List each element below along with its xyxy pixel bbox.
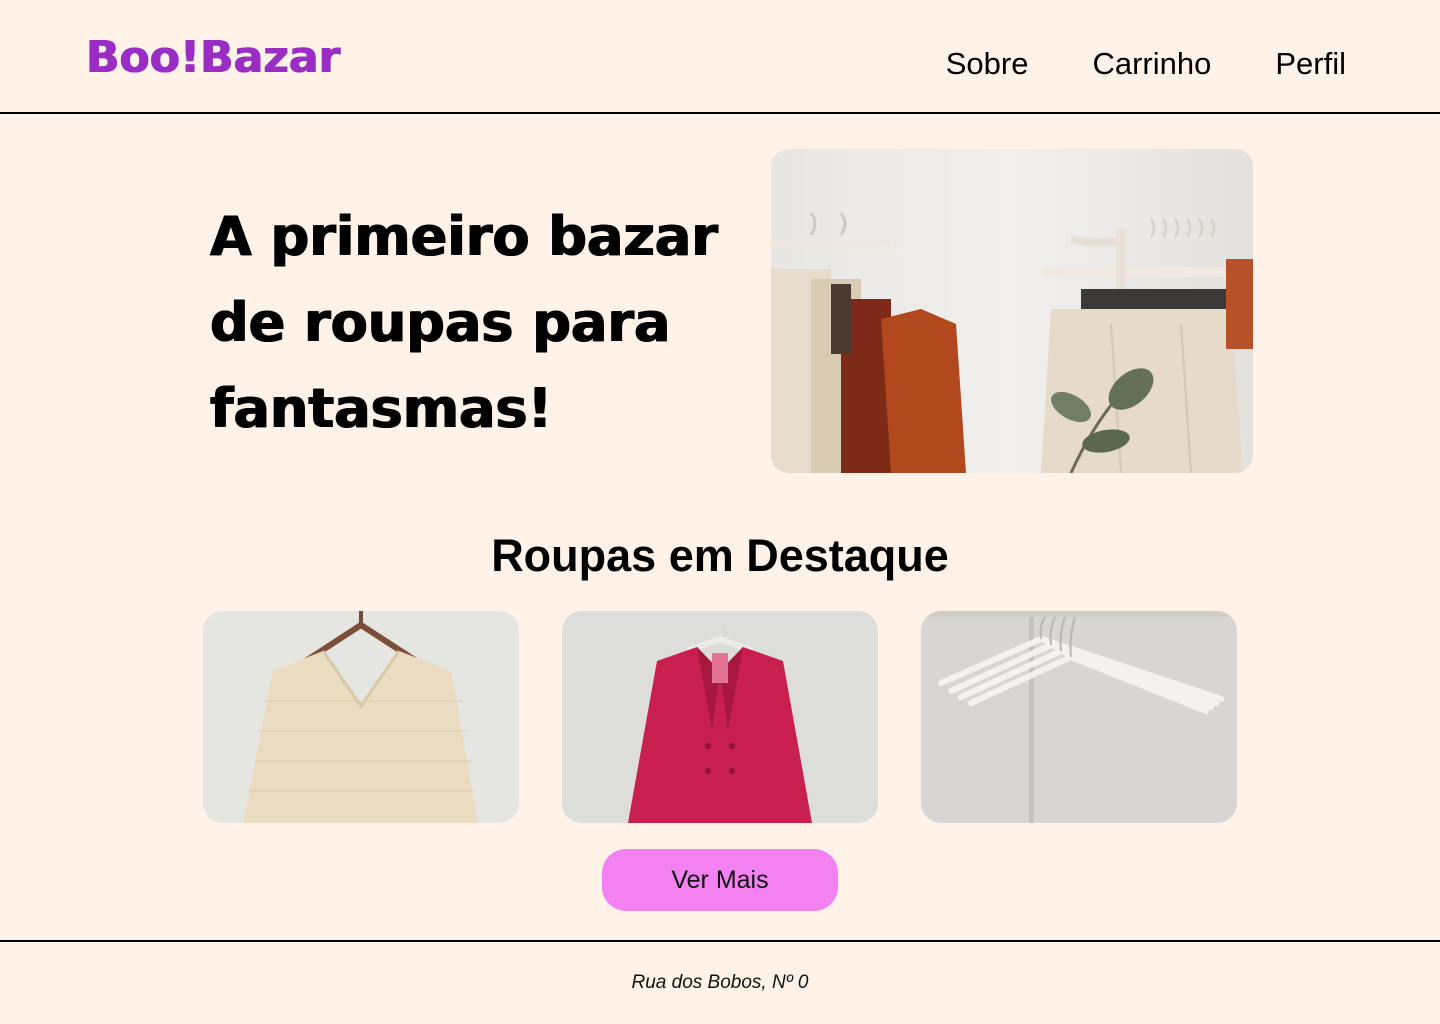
white-hangers-photo [921, 611, 1237, 823]
featured-section-title: Roupas em Destaque [491, 530, 949, 581]
product-card-blazer[interactable] [562, 611, 878, 823]
knit-sweater-photo [203, 611, 519, 823]
footer-address: Rua dos Bobos, Nº 0 [631, 972, 809, 993]
red-blazer-photo [562, 611, 878, 823]
ver-mais-button[interactable]: Ver Mais [602, 849, 838, 911]
hero-title: A primeiro bazar de roupas para fantasma… [210, 205, 718, 440]
page: Boo!Bazar Sobre Carrinho Perfil A primei… [0, 0, 1440, 1024]
main-nav: Sobre Carrinho Perfil [946, 44, 1346, 84]
site-footer: Rua dos Bobos, Nº 0 [0, 940, 1440, 1024]
brand-logo[interactable]: Boo!Bazar [86, 30, 340, 86]
nav-link-perfil[interactable]: Perfil [1275, 44, 1346, 84]
clothing-rack-photo [771, 149, 1253, 473]
product-card-sweater[interactable] [203, 611, 519, 823]
hero-clothing-rack-image [771, 149, 1253, 473]
nav-link-carrinho[interactable]: Carrinho [1092, 44, 1211, 84]
site-header: Boo!Bazar Sobre Carrinho Perfil [0, 0, 1440, 114]
product-card-hangers[interactable] [921, 611, 1237, 823]
nav-link-sobre[interactable]: Sobre [946, 44, 1029, 84]
